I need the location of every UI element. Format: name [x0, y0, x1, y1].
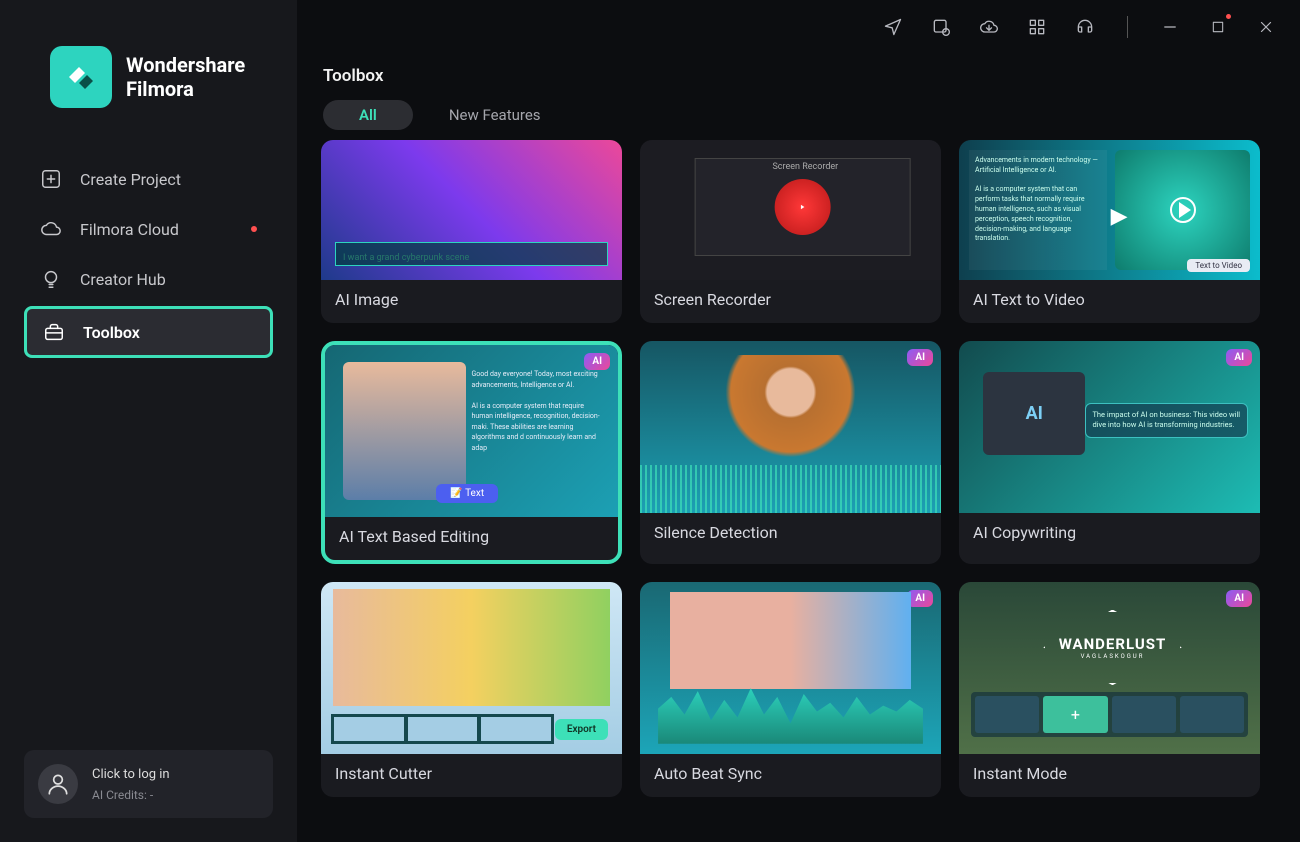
sidebar-item-label: Create Project: [80, 170, 181, 189]
text-to-video-pill: Text to Video: [1187, 259, 1250, 272]
login-info: Click to log in AI Credits: -: [92, 767, 170, 802]
export-button: Export: [555, 719, 608, 740]
sidebar-item-toolbox[interactable]: Toolbox: [24, 306, 273, 358]
tool-label: Silence Detection: [640, 513, 941, 556]
record-icon: [775, 179, 831, 235]
tool-card-ai-text-to-video[interactable]: Advancements in modern technology — Arti…: [959, 140, 1260, 323]
tool-thumbnail: AI: [640, 341, 941, 513]
window-close-icon[interactable]: [1256, 17, 1276, 37]
play-icon: [1170, 197, 1196, 223]
cloud-icon: [40, 218, 62, 240]
avatar-icon: [38, 764, 78, 804]
toolbox-icon: [43, 321, 65, 343]
thumb-text: Advancements in modern technology — Arti…: [969, 150, 1107, 270]
tool-card-instant-mode[interactable]: AI WANDERLUSTVAGLASKOGUR + Instant Mode: [959, 582, 1260, 797]
plus-square-icon: [40, 168, 62, 190]
ai-badge: AI: [584, 353, 610, 370]
divider: [1127, 16, 1128, 38]
thumb-title: WANDERLUST: [1059, 635, 1167, 653]
send-icon[interactable]: [883, 17, 903, 37]
titlebar-icons: [883, 16, 1276, 38]
login-card[interactable]: Click to log in AI Credits: -: [24, 750, 273, 818]
tool-card-ai-copywriting[interactable]: AI AI The impact of AI on business: This…: [959, 341, 1260, 564]
thumb-subtitle: VAGLASKOGUR: [1081, 653, 1145, 660]
tab-new-features[interactable]: New Features: [413, 100, 577, 130]
tool-thumbnail: Advancements in modern technology — Arti…: [959, 140, 1260, 280]
tool-card-screen-recorder[interactable]: Screen Recorder Screen Recorder: [640, 140, 941, 323]
tool-label: Instant Mode: [959, 754, 1260, 797]
tool-thumbnail: AI Good day everyone! Today, most exciti…: [325, 345, 618, 517]
bulb-icon: [40, 268, 62, 290]
tools-grid-area: I want a grand cyberpunk scene AI Image …: [297, 130, 1300, 842]
tool-thumbnail: AI AI The impact of AI on business: This…: [959, 341, 1260, 513]
sidebar-nav: Create Project Filmora Cloud Creator Hub…: [0, 136, 297, 358]
tool-thumbnail: Export: [321, 582, 622, 754]
tool-label: AI Text Based Editing: [325, 517, 618, 560]
sidebar-item-creator-hub[interactable]: Creator Hub: [24, 256, 273, 302]
notification-dot: [251, 226, 257, 232]
page-title: Toolbox: [297, 0, 1300, 86]
brand-line2: Filmora: [126, 77, 245, 101]
ai-badge: AI: [907, 590, 933, 607]
ai-badge: AI: [1226, 590, 1252, 607]
ai-badge: AI: [907, 349, 933, 366]
tool-card-instant-cutter[interactable]: Export Instant Cutter: [321, 582, 622, 797]
tool-card-ai-image[interactable]: I want a grand cyberpunk scene AI Image: [321, 140, 622, 323]
headset-support-icon[interactable]: [1075, 17, 1095, 37]
thumb-text: The impact of AI on business: This video…: [1085, 403, 1248, 438]
sidebar-item-label: Creator Hub: [80, 270, 166, 289]
thumb-text: Good day everyone! Today, most exciting …: [472, 369, 607, 453]
sidebar-item-label: Filmora Cloud: [80, 220, 179, 239]
sidebar-item-label: Toolbox: [83, 323, 140, 342]
window-maximize-icon[interactable]: [1208, 17, 1228, 37]
thumb-caption: I want a grand cyberpunk scene: [343, 253, 469, 263]
app-logo-area: Wondershare Filmora: [0, 0, 297, 136]
tool-card-auto-beat-sync[interactable]: AI Auto Beat Sync: [640, 582, 941, 797]
tool-label: Screen Recorder: [640, 280, 941, 323]
account-settings-icon[interactable]: [931, 17, 951, 37]
tool-label: Auto Beat Sync: [640, 754, 941, 797]
ai-chip-icon: AI: [983, 372, 1085, 455]
sidebar: Wondershare Filmora Create Project Filmo…: [0, 0, 297, 842]
tabs: All New Features: [297, 86, 1300, 130]
notification-dot: [1226, 14, 1231, 19]
tool-card-silence-detection[interactable]: AI Silence Detection: [640, 341, 941, 564]
tool-label: Instant Cutter: [321, 754, 622, 797]
tab-all[interactable]: All: [323, 100, 413, 130]
ai-badge: AI: [1226, 349, 1252, 366]
tool-thumbnail: I want a grand cyberpunk scene: [321, 140, 622, 280]
apps-grid-icon[interactable]: [1027, 17, 1047, 37]
tool-label: AI Text to Video: [959, 280, 1260, 323]
tool-thumbnail: Screen Recorder: [640, 140, 941, 280]
ai-credits: AI Credits: -: [92, 788, 170, 802]
window-minimize-icon[interactable]: [1160, 17, 1180, 37]
main-area: Toolbox All New Features I want a grand …: [297, 0, 1300, 842]
tool-card-ai-text-based-editing[interactable]: AI Good day everyone! Today, most exciti…: [321, 341, 622, 564]
sidebar-item-filmora-cloud[interactable]: Filmora Cloud: [24, 206, 273, 252]
filmora-logo-icon: [50, 46, 112, 108]
cloud-download-icon[interactable]: [979, 17, 999, 37]
tool-thumbnail: AI WANDERLUSTVAGLASKOGUR +: [959, 582, 1260, 754]
sidebar-item-create-project[interactable]: Create Project: [24, 156, 273, 202]
tool-thumbnail: AI: [640, 582, 941, 754]
thumb-caption: Screen Recorder: [772, 162, 838, 172]
tools-grid: I want a grand cyberpunk scene AI Image …: [321, 140, 1260, 797]
tool-label: AI Copywriting: [959, 513, 1260, 556]
brand-line1: Wondershare: [126, 53, 245, 77]
login-prompt: Click to log in: [92, 767, 170, 782]
text-button: 📝 Text: [436, 484, 498, 503]
arrow-right-icon: ▶: [1111, 204, 1128, 229]
app-brand-text: Wondershare Filmora: [126, 53, 245, 101]
tool-label: AI Image: [321, 280, 622, 323]
